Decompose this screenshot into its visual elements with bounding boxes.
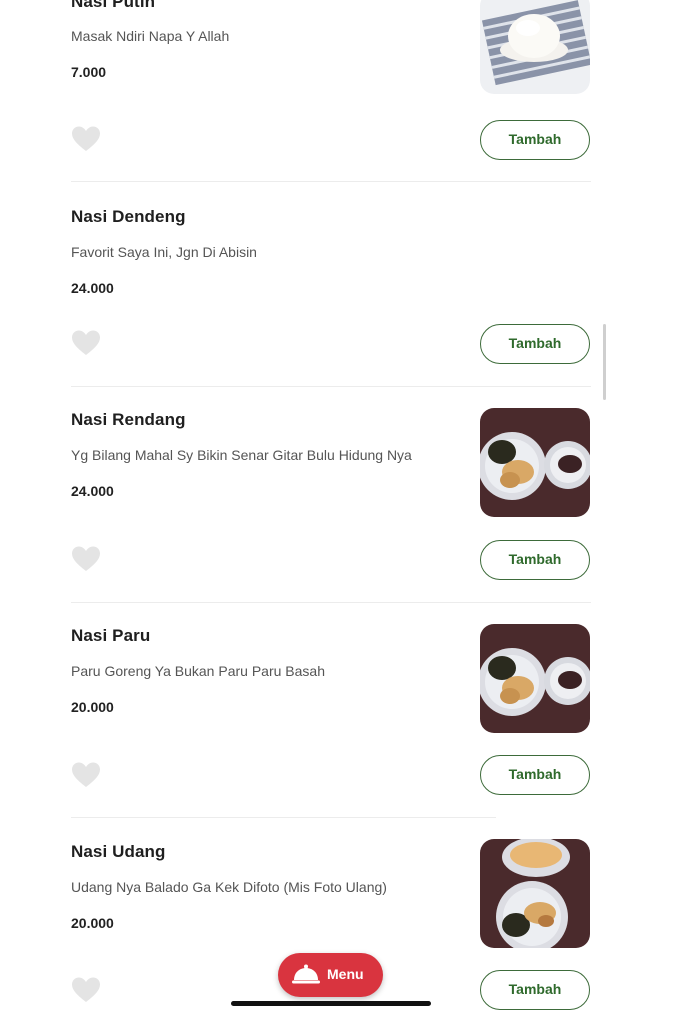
item-description: Udang Nya Balado Ga Kek Difoto (Mis Foto… (71, 879, 387, 895)
divider (71, 817, 496, 818)
item-price: 20.000 (71, 915, 114, 931)
list-item: Nasi Dendeng Favorit Saya Ini, Jgn Di Ab… (71, 207, 591, 377)
item-description: Paru Goreng Ya Bukan Paru Paru Basah (71, 663, 325, 679)
heart-icon[interactable] (71, 761, 101, 789)
home-indicator[interactable] (231, 1001, 431, 1006)
menu-item-list: Nasi Putih Masak Ndiri Napa Y Allah 7.00… (0, 0, 700, 1019)
add-button[interactable]: Tambah (480, 324, 590, 364)
item-name: Nasi Putih (71, 0, 156, 11)
heart-icon[interactable] (71, 976, 101, 1004)
item-photo-udang (480, 839, 590, 948)
item-photo-paru (480, 624, 590, 733)
menu-button-label: Menu (327, 966, 364, 982)
heart-icon[interactable] (71, 329, 101, 357)
item-name: Nasi Dendeng (71, 207, 186, 226)
add-button[interactable]: Tambah (480, 540, 590, 580)
menu-button[interactable]: Menu (278, 953, 383, 997)
heart-icon[interactable] (71, 125, 101, 153)
list-item: Nasi Putih Masak Ndiri Napa Y Allah 7.00… (71, 0, 591, 182)
item-description: Favorit Saya Ini, Jgn Di Abisin (71, 244, 257, 260)
divider (71, 386, 591, 387)
item-price: 24.000 (71, 280, 114, 296)
list-item: Nasi Rendang Yg Bilang Mahal Sy Bikin Se… (71, 408, 591, 590)
divider (71, 602, 591, 603)
item-photo-rice (480, 0, 590, 94)
item-price: 7.000 (71, 64, 107, 80)
add-button[interactable]: Tambah (480, 755, 590, 795)
add-button[interactable]: Tambah (480, 970, 590, 1010)
item-name: Nasi Rendang (71, 410, 186, 429)
add-button[interactable]: Tambah (480, 120, 590, 160)
item-price: 24.000 (71, 483, 114, 499)
heart-icon[interactable] (71, 545, 101, 573)
item-photo-rendang (480, 408, 590, 517)
item-name: Nasi Paru (71, 626, 151, 645)
scrollbar[interactable] (603, 324, 606, 400)
divider (71, 181, 591, 182)
item-name: Nasi Udang (71, 842, 166, 861)
list-item: Nasi Paru Paru Goreng Ya Bukan Paru Paru… (71, 624, 591, 806)
item-description: Masak Ndiri Napa Y Allah (71, 28, 230, 44)
item-description: Yg Bilang Mahal Sy Bikin Senar Gitar Bul… (71, 447, 412, 463)
cloche-icon (292, 964, 320, 984)
item-price: 20.000 (71, 699, 114, 715)
